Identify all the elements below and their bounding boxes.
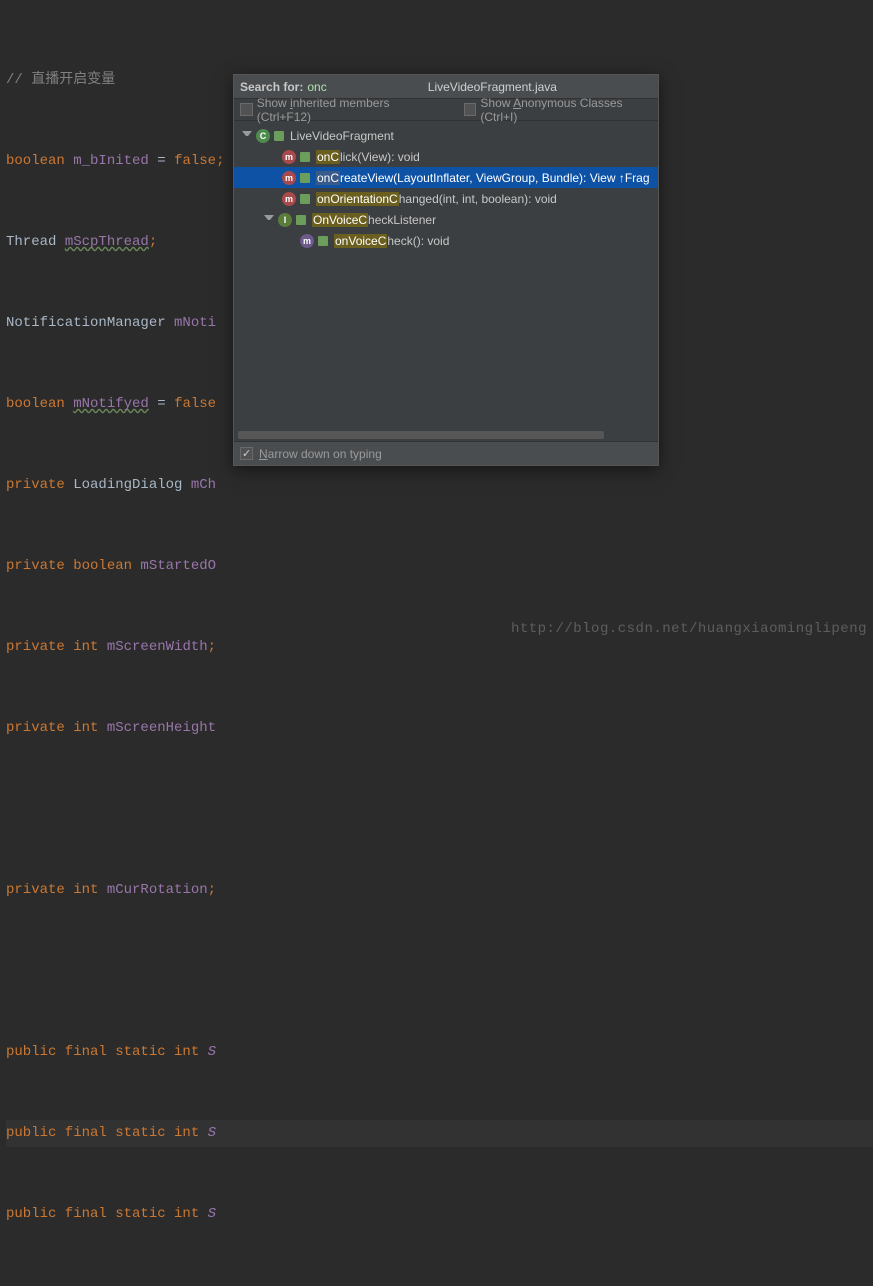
lock-icon	[300, 152, 310, 162]
interface-icon: I	[278, 213, 292, 227]
narrow-down-label: Narrow down on typing	[259, 447, 382, 461]
kw: public final static int	[6, 1206, 208, 1222]
lock-icon	[300, 194, 310, 204]
tree-label: onOrientationChanged(int, int, boolean):…	[316, 192, 557, 206]
op: =	[149, 153, 174, 169]
tree-row-class[interactable]: C LiveVideoFragment	[234, 125, 658, 146]
type: NotificationManager	[6, 315, 174, 331]
op: =	[149, 396, 174, 412]
kw: private int	[6, 639, 107, 655]
tree-row-method[interactable]: m onOrientationChanged(int, int, boolean…	[234, 188, 658, 209]
tree-label: onVoiceCheck(): void	[334, 234, 449, 248]
bool-literal: false	[174, 396, 216, 412]
method-icon: m	[282, 192, 296, 206]
lock-icon	[300, 173, 310, 183]
method-icon: m	[282, 171, 296, 185]
tree-label: LiveVideoFragment	[290, 129, 394, 143]
popup-title: LiveVideoFragment.java	[327, 80, 658, 94]
semi: ;	[216, 153, 224, 169]
horizontal-scrollbar[interactable]	[238, 431, 654, 439]
structure-tree[interactable]: C LiveVideoFragment m onClick(View): voi…	[234, 121, 658, 255]
field: mCh	[191, 477, 216, 493]
code-comment: // 直播开启变量	[6, 72, 115, 88]
watermark: http://blog.csdn.net/huangxiaominglipeng	[511, 621, 867, 637]
search-for-label: Search for:	[234, 80, 307, 94]
kw: private int	[6, 882, 107, 898]
tree-row-method[interactable]: m onClick(View): void	[234, 146, 658, 167]
chevron-down-icon[interactable]	[264, 215, 274, 225]
field: mNotifyed	[73, 396, 149, 412]
kw: private int	[6, 720, 107, 736]
static-field: S	[208, 1206, 216, 1222]
show-anonymous-checkbox[interactable]	[464, 103, 477, 116]
kw: boolean	[6, 153, 65, 169]
lock-icon	[318, 236, 328, 246]
field: mScreenWidth	[107, 639, 208, 655]
type: Thread	[6, 234, 65, 250]
type: LoadingDialog	[73, 477, 191, 493]
tree-label: onClick(View): void	[316, 150, 420, 164]
field: mStartedO	[140, 558, 216, 574]
semi: ;	[149, 234, 157, 250]
semi: ;	[208, 882, 216, 898]
narrow-down-checkbox[interactable]	[240, 447, 253, 460]
static-field: S	[208, 1044, 216, 1060]
tree-row-method-selected[interactable]: m onCreateView(LayoutInflater, ViewGroup…	[234, 167, 658, 188]
show-inherited-label: Show inherited members (Ctrl+F12)	[257, 96, 442, 124]
field: mNoti	[174, 315, 216, 331]
class-icon: C	[256, 129, 270, 143]
tree-label: onCreateView(LayoutInflater, ViewGroup, …	[316, 171, 650, 185]
kw: public final static int	[6, 1044, 208, 1060]
chevron-down-icon[interactable]	[242, 131, 252, 141]
tree-row-method[interactable]: m onVoiceCheck(): void	[234, 230, 658, 251]
tree-label: OnVoiceCheckListener	[312, 213, 436, 227]
kw: private boolean	[6, 558, 140, 574]
tree-row-interface[interactable]: I OnVoiceCheckListener	[234, 209, 658, 230]
kw: public final static int	[6, 1125, 208, 1141]
semi: ;	[208, 639, 216, 655]
popup-options: Show inherited members (Ctrl+F12) Show A…	[234, 99, 658, 121]
bool-literal: false	[174, 153, 216, 169]
method-icon: m	[282, 150, 296, 164]
static-field: S	[208, 1125, 216, 1141]
lock-icon	[274, 131, 284, 141]
method-override-icon: m	[300, 234, 314, 248]
popup-footer: Narrow down on typing	[234, 441, 658, 465]
show-anonymous-label: Show Anonymous Classes (Ctrl+I)	[480, 96, 658, 124]
show-inherited-checkbox[interactable]	[240, 103, 253, 116]
field: mCurRotation	[107, 882, 208, 898]
file-structure-popup: Search for: onc LiveVideoFragment.java S…	[233, 74, 659, 466]
field: mScpThread	[65, 234, 149, 250]
search-for-value: onc	[307, 80, 326, 94]
field: m_bInited	[73, 153, 149, 169]
lock-icon	[296, 215, 306, 225]
field: mScreenHeight	[107, 720, 216, 736]
kw: boolean	[6, 396, 73, 412]
kw: private	[6, 477, 73, 493]
scrollbar-thumb[interactable]	[238, 431, 604, 439]
